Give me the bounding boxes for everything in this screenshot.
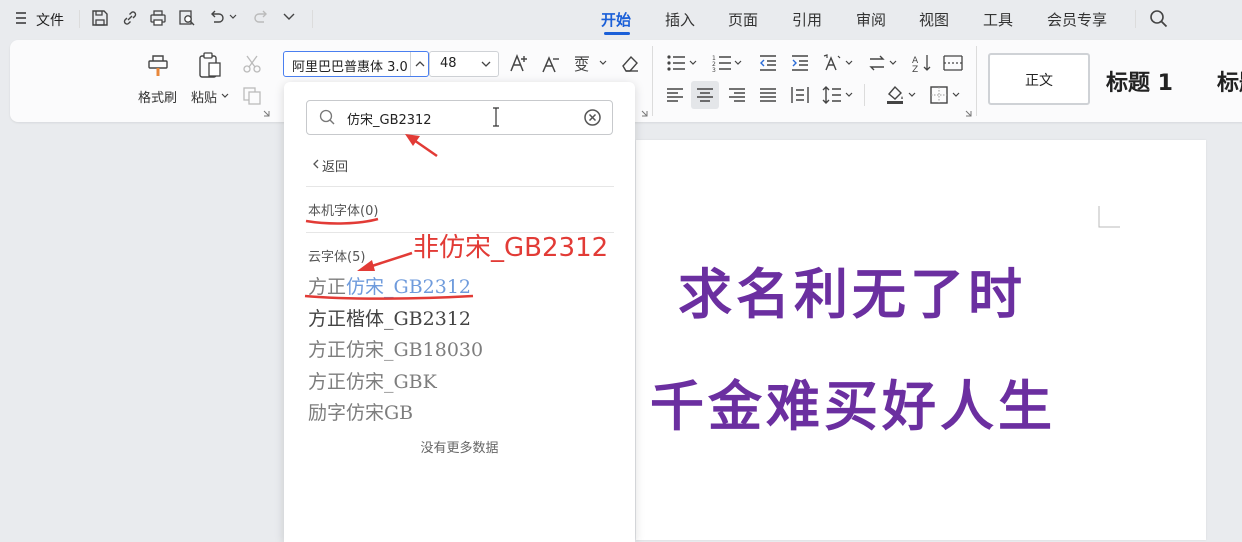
annotation-text: 非仿宋_GB2312	[413, 233, 609, 263]
annotation-arrow-font-head	[357, 260, 375, 271]
annotation-underline-font	[304, 294, 474, 300]
annotation-marks	[304, 134, 474, 300]
annotation-arrow-search-head	[405, 134, 420, 146]
annotation-arrow-font	[371, 251, 413, 268]
annotation-underline-local	[305, 217, 379, 225]
